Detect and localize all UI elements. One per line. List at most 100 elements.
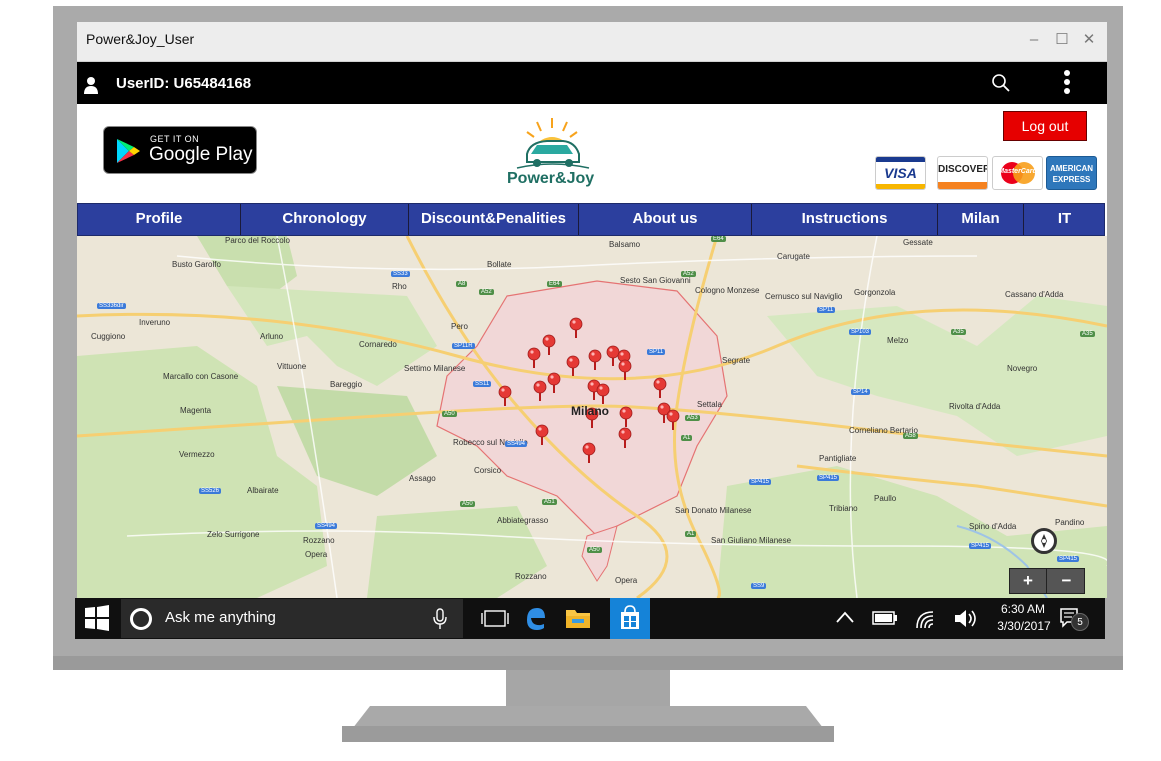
road-shield: A53 <box>685 415 700 421</box>
clock-time[interactable]: 6:30 AM <box>985 602 1061 616</box>
minimize-button[interactable]: – <box>1023 30 1045 50</box>
map-label-zelo-surrigone: Opera <box>305 550 328 559</box>
nav-item-language-it[interactable]: IT <box>1024 204 1105 235</box>
map-label-carugate: Carugate <box>777 252 810 261</box>
map-label-cernusco-sul-naviglio: Cernusco sul Naviglio <box>765 292 843 301</box>
edge-icon[interactable] <box>515 598 555 639</box>
battery-icon[interactable] <box>868 598 902 639</box>
file-explorer-icon[interactable] <box>558 598 598 639</box>
map-label-parco-del-roccolo: Parco del Roccolo <box>225 236 290 245</box>
kebab-menu-icon[interactable] <box>1061 68 1073 98</box>
google-play-badge[interactable]: GET IT ON Google Play <box>103 126 257 174</box>
map-label-busto-garolfo: Busto Garolfo <box>172 260 221 269</box>
road-shield: A1 <box>685 531 697 537</box>
nav-item-profile[interactable]: Profile <box>78 204 241 235</box>
task-view-icon[interactable] <box>475 598 515 639</box>
logout-button[interactable]: Log out <box>1003 111 1087 141</box>
road-shield: SS9 <box>751 583 767 589</box>
amex-card-label: AMERICAN EXPRESS <box>1049 164 1094 184</box>
map-label-san-donato-milanese: San Donato Milanese <box>675 506 752 515</box>
map-label-pandino: Pandino <box>1055 518 1085 527</box>
map-label-novegro: Settala <box>697 400 722 409</box>
close-button[interactable]: ✕ <box>1078 30 1100 50</box>
road-shield: SP415 <box>969 543 992 549</box>
road-shield: A50 <box>587 547 602 553</box>
zoom-in-button[interactable]: + <box>1010 569 1047 593</box>
road-shield: SP415 <box>749 479 772 485</box>
map-label-arluno: Arluno <box>260 332 284 341</box>
map-label-cassano-d-adda: Cassano d'Adda <box>1005 290 1064 299</box>
search-icon[interactable] <box>991 73 1011 93</box>
map-label-gessate: Gessate <box>903 238 933 247</box>
map-label-gorgonzola: Gorgonzola <box>854 288 896 297</box>
road-shield: A1 <box>681 435 693 441</box>
map-label-cologno-monzese: Cologno Monzese <box>695 286 760 295</box>
logo-text: Power&Joy <box>507 170 595 187</box>
cortana-search-input[interactable]: Ask me anything <box>165 609 276 626</box>
volume-icon[interactable] <box>948 598 980 639</box>
road-shield: SS336dir <box>97 303 126 309</box>
road-shield: A50 <box>442 411 457 417</box>
discover-card: DISCOVER <box>937 156 988 190</box>
map-label-abbiategrasso: Zelo Surrigone <box>207 530 260 539</box>
map-label-albairate: Albairate <box>247 486 279 495</box>
mastercard-label: MasterCard <box>998 168 1037 175</box>
store-icon <box>621 605 639 629</box>
nav-item-city-milan[interactable]: Milan <box>938 204 1024 235</box>
cortana-icon <box>130 608 152 630</box>
map-label-cornaredo: Cornaredo <box>359 340 397 349</box>
nav-item-discount-penalities[interactable]: Discount&Penalities <box>409 204 579 235</box>
map-label-sesto-san-giovanni: Sesto San Giovanni <box>620 276 691 285</box>
road-shield: SS494 <box>315 523 338 529</box>
road-shield: SP11 <box>647 349 666 355</box>
wifi-icon[interactable] <box>913 598 945 639</box>
monitor-stand-base-edge <box>342 726 834 742</box>
map-label-paullo: Paullo <box>874 494 897 503</box>
header: GET IT ON Google Play Power&Joy Log out … <box>77 104 1107 204</box>
road-shield: SS494 <box>505 441 528 447</box>
map-label-bollate: Bollate <box>487 260 512 269</box>
road-shield: E64 <box>711 236 726 242</box>
windows-start-icon[interactable] <box>75 598 119 639</box>
map-label-san-giuliano-milanese: San Giuliano Milanese <box>711 536 792 545</box>
zoom-out-button[interactable]: − <box>1048 569 1085 593</box>
road-shield: A50 <box>460 501 475 507</box>
cortana-search-box[interactable]: Ask me anything <box>121 599 463 638</box>
road-shield: SP11 <box>817 307 836 313</box>
monitor-chin <box>53 656 1123 670</box>
map-label-settimo-milanese: Settimo Milanese <box>404 364 466 373</box>
road-shield: SP11R <box>452 343 475 349</box>
chevron-up-icon[interactable] <box>830 598 860 639</box>
compass-icon[interactable] <box>1031 528 1057 554</box>
clock-date[interactable]: 3/30/2017 <box>979 619 1069 633</box>
map-label-tribiano: Tribiano <box>829 504 858 513</box>
visa-card-label: VISA <box>884 165 917 181</box>
map-label-corsico: Corsico <box>474 466 502 475</box>
nav-item-about-us[interactable]: About us <box>579 204 752 235</box>
window-title: Power&Joy_User <box>86 31 195 47</box>
map-view[interactable]: Parco del Roccolo Balsamo Gessate Busto … <box>77 236 1107 598</box>
window-titlebar: Power&Joy_User – ☐ ✕ <box>77 22 1107 62</box>
microphone-icon[interactable] <box>433 608 447 630</box>
notification-count-badge: 5 <box>1071 613 1089 631</box>
google-play-icon <box>117 139 140 163</box>
visa-card: VISA <box>875 156 926 190</box>
map-label-robecco-sul-naviglio: Vermezzo <box>179 450 215 459</box>
nav-item-chronology[interactable]: Chronology <box>241 204 409 235</box>
map-label-spino-d-adda: Spino d'Adda <box>969 522 1017 531</box>
map-label-magenta: Magenta <box>180 406 212 415</box>
map-label-cuggiono: Cuggiono <box>91 332 126 341</box>
road-shield: SS33 <box>391 271 410 277</box>
mastercard-card: MasterCard <box>992 156 1043 190</box>
map-label-marcallo-con-casone: Marcallo con Casone <box>163 372 239 381</box>
amex-card: AMERICAN EXPRESS <box>1046 156 1097 190</box>
road-shield: SS526 <box>199 488 222 494</box>
nav-item-instructions[interactable]: Instructions <box>752 204 938 235</box>
road-shield: SP103 <box>849 329 872 335</box>
map-label-pero: Pero <box>451 322 468 331</box>
store-taskbar-button[interactable] <box>610 598 650 639</box>
road-shield: A35 <box>951 329 966 335</box>
road-shield: SP415 <box>1057 556 1080 562</box>
road-shield: A52 <box>681 271 696 277</box>
maximize-button[interactable]: ☐ <box>1051 30 1073 50</box>
